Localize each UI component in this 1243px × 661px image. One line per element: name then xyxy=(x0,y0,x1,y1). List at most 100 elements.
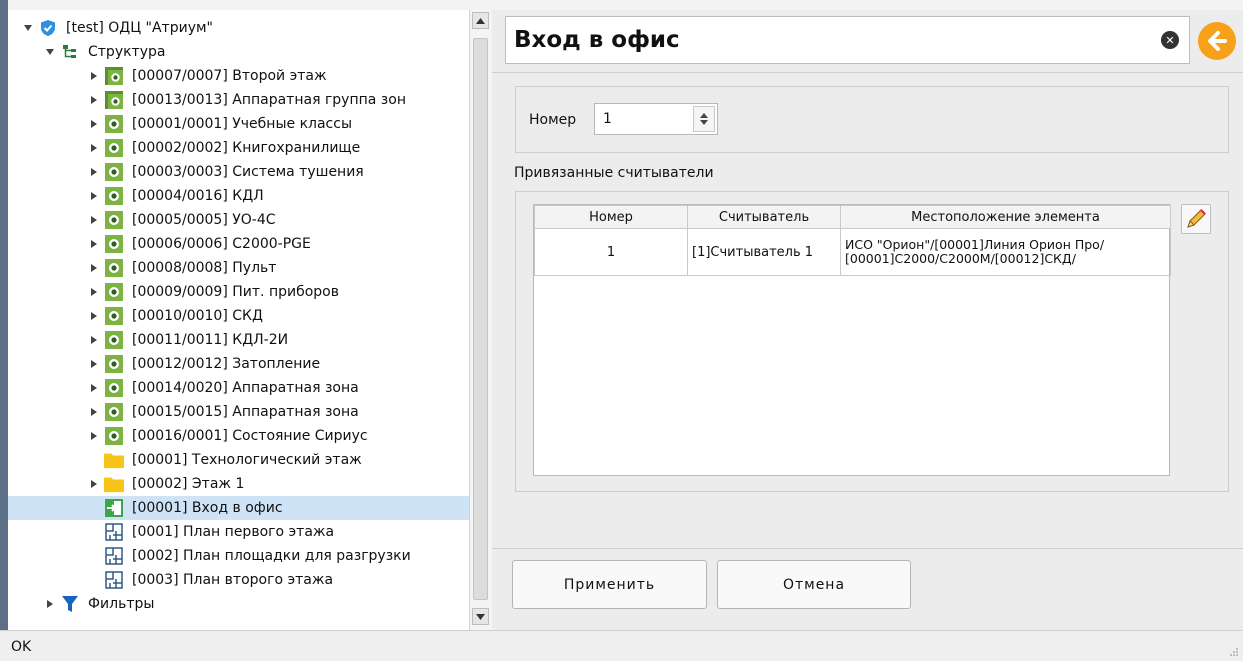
tree-item-label: [test] ОДЦ "Атриум" xyxy=(66,20,213,36)
expand-arrow-icon[interactable] xyxy=(88,262,100,274)
tree-item-label: [00010/0010] СКД xyxy=(132,308,263,324)
scroll-down-button[interactable] xyxy=(472,608,489,625)
scroll-up-button[interactable] xyxy=(472,12,489,29)
collapse-arrow-icon[interactable] xyxy=(44,46,56,58)
number-spinbox[interactable]: 1 xyxy=(594,103,718,135)
column-header-location[interactable]: Местоположение элемента xyxy=(840,205,1171,229)
scroll-thumb[interactable] xyxy=(473,38,488,600)
page-title: Вход в офис xyxy=(514,27,680,53)
tree-item-label: [00007/0007] Второй этаж xyxy=(132,68,327,84)
tree-item[interactable]: Фильтры xyxy=(8,592,469,616)
tree-item[interactable]: [00006/0006] С2000-PGE xyxy=(8,232,469,256)
tree-item-label: [00014/0020] Аппаратная зона xyxy=(132,380,359,396)
tree-item-label: [00011/0011] КДЛ-2И xyxy=(132,332,289,348)
clear-icon[interactable]: ✕ xyxy=(1161,31,1179,49)
tree-item[interactable]: [00004/0016] КДЛ xyxy=(8,184,469,208)
expand-arrow-icon[interactable] xyxy=(88,94,100,106)
header-divider xyxy=(492,72,1243,73)
tree-item[interactable]: [0002] План площадки для разгрузки xyxy=(8,544,469,568)
tree-item[interactable]: [00013/0013] Аппаратная группа зон xyxy=(8,88,469,112)
cell-number[interactable]: 1 xyxy=(534,228,688,276)
tree-item-label: [00005/0005] УО-4С xyxy=(132,212,276,228)
tree-scrollbar[interactable] xyxy=(469,10,492,630)
expand-arrow-icon[interactable] xyxy=(88,142,100,154)
tree-item[interactable]: [00005/0005] УО-4С xyxy=(8,208,469,232)
tree-item[interactable]: [00009/0009] Пит. приборов xyxy=(8,280,469,304)
readers-table-container[interactable]: Номер Считыватель Местоположение элемент… xyxy=(533,204,1171,476)
title-field[interactable]: Вход в офис ✕ xyxy=(505,16,1190,64)
expand-arrow-icon[interactable] xyxy=(88,358,100,370)
collapse-arrow-icon[interactable] xyxy=(22,22,34,34)
tree-item[interactable]: [00001] Технологический этаж xyxy=(8,448,469,472)
tree-item[interactable]: [00016/0001] Состояние Сириус xyxy=(8,424,469,448)
tree-item[interactable]: [00001] Вход в офис xyxy=(8,496,469,520)
tree-item[interactable]: [00001/0001] Учебные классы xyxy=(8,112,469,136)
expand-arrow-icon[interactable] xyxy=(88,166,100,178)
number-value[interactable]: 1 xyxy=(603,111,693,127)
zone-group-icon xyxy=(104,66,124,86)
folder-icon xyxy=(104,474,124,494)
tree-item[interactable]: [0001] План первого этажа xyxy=(8,520,469,544)
cell-reader[interactable]: [1]Считыватель 1 xyxy=(687,228,841,276)
table-row[interactable]: 1 [1]Считыватель 1 ИСО "Орион"/[00001]Ли… xyxy=(534,228,1171,276)
expand-arrow-icon[interactable] xyxy=(88,310,100,322)
expand-arrow-icon[interactable] xyxy=(88,286,100,298)
tree-item[interactable]: [00014/0020] Аппаратная зона xyxy=(8,376,469,400)
zone-icon xyxy=(104,138,124,158)
readers-caption: Привязанные считыватели xyxy=(514,165,714,181)
tree-item[interactable]: [test] ОДЦ "Атриум" xyxy=(8,16,469,40)
tree-item[interactable]: [00002] Этаж 1 xyxy=(8,472,469,496)
expand-arrow-icon[interactable] xyxy=(88,430,100,442)
apply-button[interactable]: Применить xyxy=(512,560,707,609)
expand-arrow-icon[interactable] xyxy=(88,334,100,346)
expand-arrow-icon[interactable] xyxy=(88,190,100,202)
entrance-icon xyxy=(104,498,124,518)
tree-item[interactable]: [00010/0010] СКД xyxy=(8,304,469,328)
cancel-button[interactable]: Отмена xyxy=(717,560,911,609)
footer-divider xyxy=(492,548,1243,549)
tree-item-label: [00001] Вход в офис xyxy=(132,500,283,516)
tree-item[interactable]: [00015/0015] Аппаратная зона xyxy=(8,400,469,424)
tree-item[interactable]: [00008/0008] Пульт xyxy=(8,256,469,280)
zone-icon xyxy=(104,330,124,350)
expand-arrow-icon[interactable] xyxy=(88,70,100,82)
readers-table: Номер Считыватель Местоположение элемент… xyxy=(534,205,1171,276)
zone-icon xyxy=(104,210,124,230)
tree-item[interactable]: [00007/0007] Второй этаж xyxy=(8,64,469,88)
tree-item-label: [00004/0016] КДЛ xyxy=(132,188,264,204)
back-arrow-icon[interactable] xyxy=(1198,22,1236,60)
expand-arrow-icon[interactable] xyxy=(88,238,100,250)
tree-item[interactable]: [00003/0003] Система тушения xyxy=(8,160,469,184)
tree-item[interactable]: [0003] План второго этажа xyxy=(8,568,469,592)
zone-icon xyxy=(104,162,124,182)
tree-item-label: [00008/0008] Пульт xyxy=(132,260,277,276)
status-text: OK xyxy=(11,639,32,655)
zone-icon xyxy=(104,114,124,134)
column-header-number[interactable]: Номер xyxy=(534,205,688,229)
spin-buttons[interactable] xyxy=(693,106,715,132)
zone-icon xyxy=(104,402,124,422)
expand-arrow-icon[interactable] xyxy=(44,598,56,610)
tree-item[interactable]: [00012/0012] Затопление xyxy=(8,352,469,376)
cell-location[interactable]: ИСО "Орион"/[00001]Линия Орион Про/ [000… xyxy=(840,228,1171,276)
expand-arrow-icon[interactable] xyxy=(88,478,100,490)
tree-item-label: [00015/0015] Аппаратная зона xyxy=(132,404,359,420)
number-label: Номер xyxy=(529,112,577,128)
expand-arrow-icon[interactable] xyxy=(88,382,100,394)
expand-arrow-icon[interactable] xyxy=(88,214,100,226)
structure-tree[interactable]: [test] ОДЦ "Атриум" Структура [00007/0007]… xyxy=(8,10,469,630)
tree-item[interactable]: [00002/0002] Книгохранилище xyxy=(8,136,469,160)
expand-arrow-icon[interactable] xyxy=(88,118,100,130)
column-header-reader[interactable]: Считыватель xyxy=(687,205,841,229)
zone-group-icon xyxy=(104,90,124,110)
zone-icon xyxy=(104,354,124,374)
edit-readers-button[interactable] xyxy=(1181,204,1211,234)
expand-arrow-icon[interactable] xyxy=(88,406,100,418)
zone-icon xyxy=(104,426,124,446)
tree-item-label: [0003] План второго этажа xyxy=(132,572,334,588)
floor-plan-icon xyxy=(104,522,124,542)
tree-item[interactable]: Структура xyxy=(8,40,469,64)
tree-item[interactable]: [00011/0011] КДЛ-2И xyxy=(8,328,469,352)
folder-icon xyxy=(104,450,124,470)
